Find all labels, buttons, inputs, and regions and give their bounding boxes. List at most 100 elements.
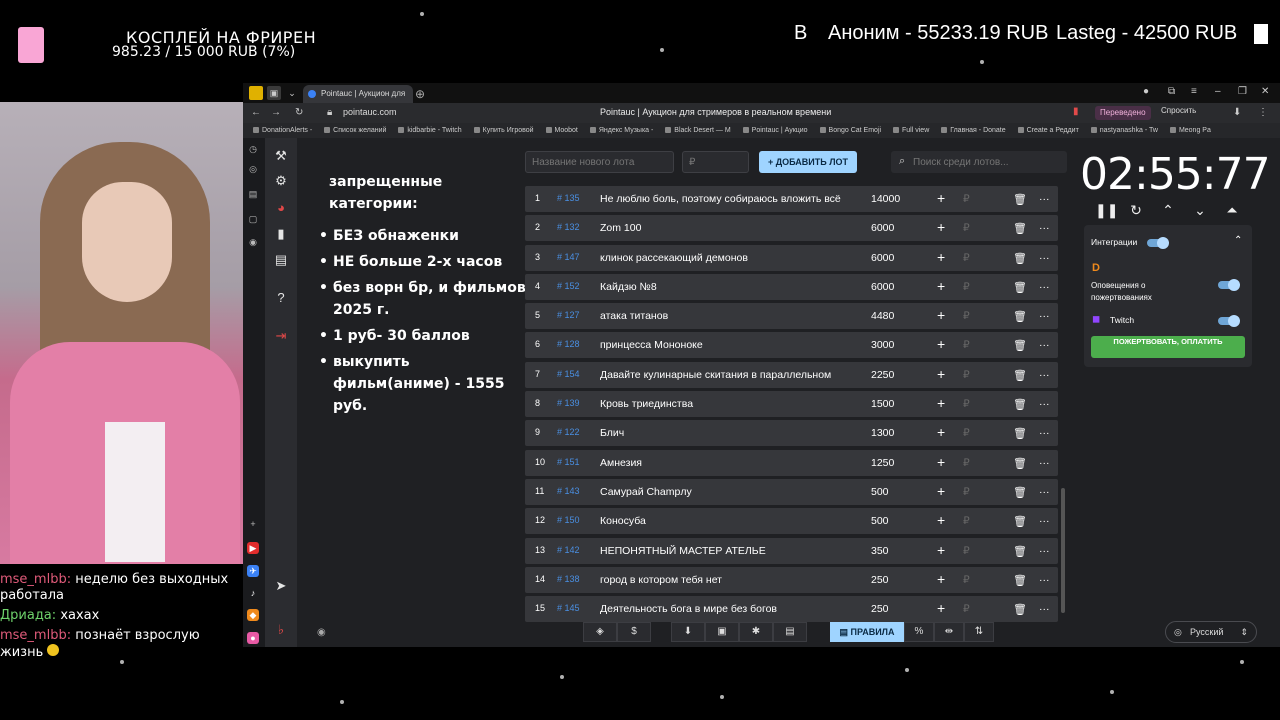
trash-icon[interactable]: 🗑︎ (1013, 515, 1027, 528)
lot-row[interactable]: 3 # 147 клинок рассекающий демонов 6000 + ₽ 🗑︎… (525, 244, 1058, 271)
more-icon[interactable]: ··· (1039, 574, 1050, 586)
lot-name[interactable]: атака титанов (600, 310, 860, 322)
sort-icon[interactable]: ⇅ (964, 622, 994, 642)
menu-icon[interactable]: ≡ (1191, 86, 1197, 97)
add-amount-icon[interactable]: + (937, 600, 945, 616)
donate-icon[interactable]: ♭ (273, 622, 289, 638)
lot-row[interactable]: 10 # 151 Амнезия 1250 + ₽ 🗑︎ ··· (525, 449, 1058, 476)
search-input[interactable] (913, 151, 1063, 173)
add-amount-icon[interactable]: + (937, 336, 945, 352)
minimize-icon[interactable]: – (1215, 86, 1221, 97)
lot-amount[interactable]: 500 (871, 486, 889, 498)
trash-icon[interactable]: 🗑︎ (1013, 369, 1027, 382)
lot-name[interactable]: Давайте кулинарные скитания в параллельн… (600, 369, 860, 381)
lot-row[interactable]: 1 # 135 Не люблю боль, поэтому собираюсь в… (525, 186, 1058, 212)
bug-icon[interactable]: ✱ (739, 622, 773, 642)
lot-name[interactable]: Не люблю боль, поэтому собираюсь вложить… (600, 193, 860, 205)
lot-row[interactable]: 2 # 132 Zom 100 6000 + ₽ 🗑︎ ··· (525, 215, 1058, 242)
messenger-icon[interactable]: ◎ (247, 163, 259, 175)
add-panel-icon[interactable]: + (247, 518, 259, 530)
add-amount-icon[interactable]: + (937, 454, 945, 470)
history-list-icon[interactable]: ▤ (273, 252, 289, 268)
chevron-down-icon[interactable]: ⌄ (285, 86, 299, 100)
ask-button[interactable]: Спросить (1161, 106, 1196, 115)
telegram-icon[interactable]: ✈ (247, 565, 259, 577)
add-amount-icon[interactable]: + (937, 307, 945, 323)
lot-row[interactable]: 5 # 127 атака титанов 4480 + ₽ 🗑︎ ··· (525, 303, 1058, 330)
new-lot-name-input[interactable] (525, 151, 674, 173)
dollar-icon[interactable]: $ (617, 622, 651, 642)
tab-pointauc[interactable]: Pointauc | Аукцион для (303, 85, 413, 103)
help-icon[interactable]: ? (273, 290, 289, 306)
shop-icon[interactable]: ◆ (247, 609, 259, 621)
more-icon[interactable]: ··· (1039, 398, 1050, 410)
lot-amount[interactable]: 3000 (871, 339, 894, 351)
trash-icon[interactable]: 🗑︎ (1013, 545, 1027, 558)
lot-amount[interactable]: 14000 (871, 193, 900, 205)
bookmark-item[interactable]: Pointauc | Аукцио (743, 123, 808, 138)
trash-icon[interactable]: 🗑︎ (1013, 339, 1027, 352)
maximize-icon[interactable]: ❐ (1238, 86, 1247, 97)
more-icon[interactable]: ··· (1039, 369, 1050, 381)
language-select[interactable]: ◎ Русский ⇕ (1165, 621, 1257, 643)
lot-name[interactable]: клинок рассекающий демонов (600, 252, 860, 264)
lot-amount[interactable]: 4480 (871, 310, 894, 322)
more-icon[interactable]: ··· (1039, 515, 1050, 527)
more-icon[interactable]: ··· (1039, 281, 1050, 293)
reload-icon[interactable]: ↻ (295, 107, 303, 118)
lot-row[interactable]: 7 # 154 Давайте кулинарные скитания в пара… (525, 361, 1058, 388)
vpn-icon[interactable]: ▤ (247, 188, 259, 200)
trash-icon[interactable]: 🗑︎ (1013, 222, 1027, 235)
more-icon[interactable]: ··· (1039, 427, 1050, 439)
add-amount-icon[interactable]: + (937, 571, 945, 587)
lot-amount[interactable]: 350 (871, 545, 889, 557)
add-amount-icon[interactable]: + (937, 542, 945, 558)
more-icon[interactable]: ··· (1039, 545, 1050, 557)
extensions-icon[interactable]: ⧉ (1168, 86, 1175, 97)
percent-icon[interactable]: % (904, 622, 934, 642)
lot-amount[interactable]: 500 (871, 515, 889, 527)
trash-icon[interactable]: 🗑︎ (1013, 281, 1027, 294)
trash-icon[interactable]: 🗑︎ (1013, 310, 1027, 323)
add-lot-button[interactable]: + ДОБАВИТЬ ЛОТ (759, 151, 857, 173)
account-icon[interactable]: ● (1143, 86, 1149, 97)
lot-amount[interactable]: 250 (871, 574, 889, 586)
bookmark-item[interactable]: nastyanashka - Tw (1091, 123, 1158, 138)
logout-icon[interactable]: ⇥ (273, 328, 289, 344)
add-amount-icon[interactable]: + (937, 395, 945, 411)
add-amount-icon[interactable]: + (937, 249, 945, 265)
lot-name[interactable]: Кровь триединства (600, 398, 860, 410)
lot-row[interactable]: 11 # 143 Самурай Champлу 500 + ₽ 🗑︎ ··· (525, 478, 1058, 505)
lot-amount[interactable]: 6000 (871, 281, 894, 293)
twitch-toggle[interactable] (1218, 315, 1240, 327)
bookmark-item[interactable]: DonationAlerts - (253, 123, 312, 138)
lot-row[interactable]: 12 # 150 Коносуба 500 + ₽ 🗑︎ ··· (525, 508, 1058, 535)
lot-row[interactable]: 6 # 128 принцесса Мононоке 3000 + ₽ 🗑︎ ··· (525, 332, 1058, 359)
donation-alerts-toggle[interactable] (1218, 279, 1240, 291)
increase-time-icon[interactable]: ⌃ (1159, 201, 1177, 219)
donate-button[interactable]: ПОЖЕРТВОВАТЬ, ОПЛАТИТЬ (1091, 336, 1245, 358)
bookmark-item[interactable]: Список желаний (324, 123, 386, 138)
music-icon[interactable]: ● (247, 632, 259, 644)
eye-icon[interactable]: ◉ (317, 627, 326, 638)
lot-name[interactable]: Амнезия (600, 457, 860, 469)
lot-name[interactable]: город в котором тебя нет (600, 574, 860, 586)
bookmark-item[interactable]: Moobot (546, 123, 578, 138)
lot-row[interactable]: 14 # 138 город в котором тебя нет 250 + ₽ 🗑︎ ··… (525, 566, 1058, 593)
split-icon[interactable]: ⇹ (934, 622, 964, 642)
downloads-icon[interactable]: ⬇ (1233, 107, 1241, 118)
trash-icon[interactable]: 🗑︎ (1013, 398, 1027, 411)
add-amount-icon[interactable]: + (937, 424, 945, 440)
trash-icon[interactable]: 🗑︎ (1013, 193, 1027, 206)
trash-icon[interactable]: 🗑︎ (1013, 252, 1027, 265)
wheel-icon[interactable]: ◕ (273, 200, 289, 216)
trash-icon[interactable]: 🗑︎ (1013, 603, 1027, 616)
bookmark-item[interactable]: Яндекс Музыка - (590, 123, 654, 138)
pause-icon[interactable]: ❚❚ (1095, 201, 1118, 219)
lot-name[interactable]: Коносуба (600, 515, 860, 527)
new-tab-button[interactable]: ⊕ (415, 87, 425, 101)
send-icon[interactable]: ➤ (273, 578, 289, 594)
trash-icon[interactable]: 🗑︎ (1013, 486, 1027, 499)
more-icon[interactable]: ··· (1039, 252, 1050, 264)
lot-row[interactable]: 8 # 139 Кровь триединства 1500 + ₽ 🗑︎ ··· (525, 391, 1058, 418)
